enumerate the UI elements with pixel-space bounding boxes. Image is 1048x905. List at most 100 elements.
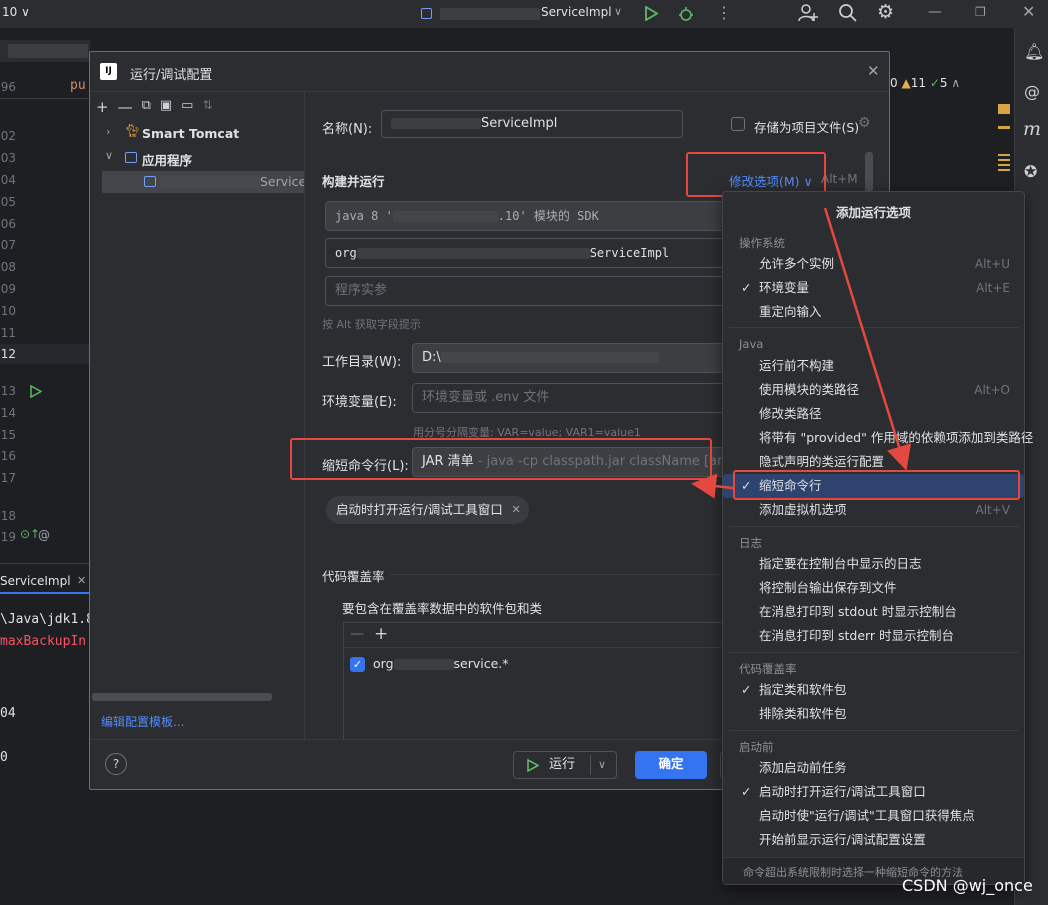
open-tool-window-tag[interactable]: 启动时打开运行/调试工具窗口 ✕ bbox=[326, 496, 529, 524]
ok-button[interactable]: 确定 bbox=[635, 751, 707, 779]
menu-item-shortcut: Alt+E bbox=[976, 281, 1010, 295]
menu-item-env-vars[interactable]: ✓ 环境变量 Alt+E bbox=[723, 276, 1024, 300]
debug-icon[interactable] bbox=[677, 5, 695, 23]
help-icon[interactable]: ? bbox=[105, 753, 127, 775]
sort-icon[interactable]: ⇅ bbox=[202, 98, 212, 118]
menu-item-open-tool-window[interactable]: ✓ 启动时打开运行/调试工具窗口 bbox=[723, 780, 1024, 804]
annotation-gutter-icon[interactable]: @ bbox=[38, 528, 50, 542]
tree-item-service-impl[interactable]: Service bbox=[102, 171, 304, 193]
add-icon[interactable]: + bbox=[96, 98, 109, 118]
coverage-entry[interactable]: org service.* bbox=[373, 656, 509, 671]
shorten-label: 缩短命令行(L): bbox=[322, 459, 409, 474]
menu-item-module-classpath[interactable]: 使用模块的类路径 Alt+O bbox=[723, 378, 1024, 402]
menu-item-add-before-launch[interactable]: 添加启动前任务 bbox=[723, 756, 1024, 780]
editor-tabs bbox=[0, 40, 90, 62]
ai-assistant-icon[interactable]: @ bbox=[1024, 82, 1040, 101]
console-line: 04 bbox=[0, 706, 16, 721]
name-field[interactable]: ServiceImpl bbox=[381, 110, 683, 138]
copy-icon[interactable]: ⧉ bbox=[142, 98, 151, 118]
settings-gear-icon[interactable]: ⚙ bbox=[858, 115, 871, 131]
save-icon[interactable]: ▣ bbox=[160, 98, 172, 118]
menu-item-focus-tool-window[interactable]: 启动时使"运行/调试"工具窗口获得焦点 bbox=[723, 804, 1024, 828]
restore-icon[interactable]: ❐ bbox=[975, 5, 986, 19]
close-tag-icon[interactable]: ✕ bbox=[512, 496, 521, 524]
search-icon[interactable] bbox=[838, 3, 858, 23]
gradle-icon[interactable]: ✪ bbox=[1024, 162, 1037, 181]
program-args-field[interactable]: 程序实参 bbox=[325, 276, 745, 306]
redacted-text bbox=[160, 176, 260, 188]
remove-icon[interactable]: — bbox=[350, 626, 364, 642]
warning-count: 0 bbox=[890, 76, 898, 90]
check-icon: ✓ bbox=[929, 76, 940, 90]
shorten-cmd-select[interactable]: JAR 清单 - java -cp classpath.jar classNam… bbox=[412, 447, 745, 477]
menu-item-specify-logs[interactable]: 指定要在控制台中显示的日志 bbox=[723, 552, 1024, 576]
coverage-entry-suffix: service.* bbox=[453, 656, 509, 671]
menu-item-exclude-classes[interactable]: 排除类和软件包 bbox=[723, 702, 1024, 726]
run-icon[interactable] bbox=[644, 6, 658, 21]
add-icon[interactable]: + bbox=[374, 624, 388, 644]
run-config-selector[interactable]: ServiceImpl bbox=[541, 5, 612, 19]
close-window-icon[interactable]: ✕ bbox=[1022, 2, 1035, 21]
line-number: 13 bbox=[0, 384, 16, 398]
menu-item-redirect-input[interactable]: 重定向输入 bbox=[723, 300, 1024, 324]
notifications-icon[interactable]: 🔔︎ bbox=[1024, 42, 1044, 61]
menu-item-label: 将控制台输出保存到文件 bbox=[759, 580, 897, 595]
close-tab-icon[interactable]: ✕ bbox=[77, 574, 86, 587]
section-header: 代码覆盖率 bbox=[739, 662, 797, 676]
workdir-field[interactable]: D:\ bbox=[412, 343, 745, 373]
store-as-file-checkbox[interactable] bbox=[731, 117, 745, 131]
minimize-icon[interactable]: — bbox=[928, 4, 942, 20]
dialog-title: 运行/调试配置 bbox=[130, 68, 213, 83]
close-icon[interactable]: ✕ bbox=[867, 62, 880, 80]
run-gutter-icon[interactable] bbox=[30, 385, 42, 398]
console-line: 0 bbox=[0, 750, 8, 765]
divider bbox=[344, 647, 722, 648]
chevron-up-icon: ∧ bbox=[951, 76, 961, 90]
main-class-field[interactable]: org ServiceImpl bbox=[325, 238, 745, 268]
scroll-marker bbox=[998, 154, 1010, 172]
menu-item-modify-classpath[interactable]: 修改类路径 bbox=[723, 402, 1024, 426]
edit-templates-link[interactable]: 编辑配置模板... bbox=[101, 713, 184, 730]
chevron-right-icon[interactable]: › bbox=[106, 125, 110, 138]
maven-icon[interactable]: m bbox=[1023, 118, 1041, 140]
add-user-icon[interactable] bbox=[797, 3, 819, 23]
shorten-value: JAR 清单 bbox=[422, 454, 474, 469]
menu-item-implicit-class[interactable]: 隐式声明的类运行配置 bbox=[723, 450, 1024, 474]
more-icon[interactable]: ⋮ bbox=[716, 3, 732, 22]
run-tab[interactable]: ServiceImpl ✕ bbox=[0, 570, 90, 594]
menu-item-vm-options[interactable]: 添加虚拟机选项 Alt+V bbox=[723, 498, 1024, 522]
chevron-down-icon[interactable]: ∨ bbox=[614, 5, 622, 18]
chevron-down-icon[interactable]: ∨ bbox=[598, 752, 606, 778]
modify-options-link[interactable]: 修改选项(M) ∨ bbox=[729, 171, 813, 190]
run-button[interactable]: 运行 ∨ bbox=[513, 751, 617, 779]
horizontal-scrollbar[interactable] bbox=[92, 693, 272, 701]
env-field[interactable]: 环境变量或 .env 文件 bbox=[412, 383, 745, 413]
tree-item-tomcat[interactable]: › 🐈︎ Smart Tomcat bbox=[90, 123, 304, 145]
gear-icon[interactable]: ⚙ bbox=[877, 1, 894, 23]
menu-item-shorten-cmd[interactable]: ✓ 缩短命令行 bbox=[723, 474, 1024, 498]
vertical-scrollbar[interactable] bbox=[865, 152, 873, 192]
menu-item-show-settings[interactable]: 开始前显示运行/调试配置设置 bbox=[723, 828, 1024, 852]
menu-item-no-build[interactable]: 运行前不构建 bbox=[723, 354, 1024, 378]
menu-item-stderr-console[interactable]: 在消息打印到 stderr 时显示控制台 bbox=[723, 624, 1024, 648]
menu-item-provided-deps[interactable]: 将带有 "provided" 作用域的依赖项添加到类路径 bbox=[723, 426, 1033, 450]
chevron-down-icon[interactable]: ∨ bbox=[105, 149, 113, 162]
line-number: 96 bbox=[0, 80, 16, 94]
divider bbox=[0, 98, 90, 99]
menu-item-specify-classes[interactable]: ✓ 指定类和软件包 bbox=[723, 678, 1024, 702]
coverage-entry-checkbox[interactable]: ✓ bbox=[350, 657, 365, 672]
new-folder-icon[interactable]: ▭ bbox=[181, 98, 193, 118]
remove-icon[interactable]: — bbox=[118, 98, 133, 118]
line-number: 12 bbox=[0, 347, 16, 361]
divider bbox=[729, 327, 1019, 328]
jdk-selector[interactable]: java 8 ' .10' 模块的 SDK bbox=[325, 201, 745, 231]
menu-item-shortcut: Alt+V bbox=[975, 503, 1010, 517]
menu-item-allow-multiple[interactable]: 允许多个实例 Alt+U bbox=[723, 252, 1024, 276]
inspection-widget[interactable]: 0 ▲11 ✓5 ∧ bbox=[890, 76, 1014, 98]
menu-item-stdout-console[interactable]: 在消息打印到 stdout 时显示控制台 bbox=[723, 600, 1024, 624]
menu-item-label: 隐式声明的类运行配置 bbox=[759, 454, 885, 469]
project-selector[interactable]: 10 ∨ bbox=[2, 5, 30, 19]
tree-item-application[interactable]: ∨ 应用程序 bbox=[90, 147, 304, 169]
menu-item-save-output[interactable]: 将控制台输出保存到文件 bbox=[723, 576, 1024, 600]
check-icon: ✓ bbox=[741, 280, 752, 295]
